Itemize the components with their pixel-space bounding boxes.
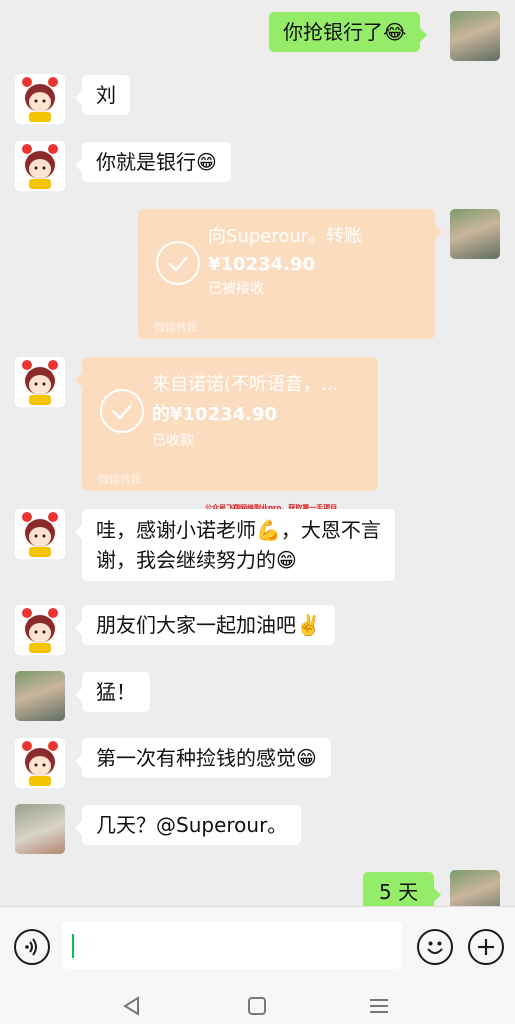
system-navigation-bar: [0, 986, 515, 1024]
cartoon-girl-icon: [22, 741, 58, 786]
message-bubble-incoming[interactable]: 朋友们大家一起加油吧✌️: [75, 605, 335, 645]
check-circle-icon: [156, 241, 200, 285]
transfer-card-incoming[interactable]: 来自诺诺(不听语音，... 的¥10234.90 已收款 微信转账: [75, 357, 378, 491]
grinning-emoji-icon: 😁: [196, 150, 217, 174]
plus-icon: [478, 939, 494, 955]
cartoon-girl-icon: [22, 608, 58, 653]
message-bubble-incoming[interactable]: 刘: [75, 75, 130, 115]
message-bubble-incoming[interactable]: 第一次有种捡钱的感觉😁: [75, 738, 331, 778]
back-icon[interactable]: [120, 994, 144, 1018]
muscle-emoji-icon: 💪: [256, 518, 281, 542]
message-text: 几天？@Superour。: [96, 813, 288, 837]
transfer-footer: 微信转账: [154, 321, 198, 334]
message-text: 刘: [96, 83, 116, 107]
message-bubble-incoming[interactable]: 猛！: [75, 672, 150, 712]
emoji-icon: [427, 941, 443, 954]
contact-avatar[interactable]: [15, 509, 65, 559]
message-text: 你抢银行了: [283, 20, 383, 44]
message-text: 朋友们大家一起加油吧: [96, 613, 296, 637]
menu-icon[interactable]: [367, 994, 391, 1018]
cartoon-girl-icon: [22, 144, 58, 189]
contact-avatar[interactable]: [15, 738, 65, 788]
message-bubble-outgoing[interactable]: 你抢银行了😂: [269, 12, 428, 52]
contact-avatar[interactable]: [15, 804, 65, 854]
emoji-button[interactable]: [417, 929, 453, 965]
cartoon-girl-icon: [22, 360, 58, 405]
transfer-status: 已被接收: [208, 281, 264, 297]
contact-avatar[interactable]: [15, 141, 65, 191]
transfer-amount: ¥10234.90: [208, 254, 316, 275]
message-bubble-incoming[interactable]: 几天？@Superour。: [74, 805, 302, 845]
contact-avatar[interactable]: [15, 671, 65, 721]
text-caret: [72, 934, 74, 958]
check-circle-icon: [100, 389, 144, 433]
message-line: 哇，感谢小诺老师💪，大恩不言: [96, 518, 381, 542]
message-bubble-outgoing[interactable]: 5 天: [363, 872, 442, 906]
cartoon-girl-icon: [22, 77, 58, 122]
voice-icon: [25, 938, 37, 956]
transfer-card-outgoing[interactable]: 向Superour。转账 ¥10234.90 已被接收 微信转账: [138, 209, 442, 339]
laughing-emoji-icon: 😂: [383, 20, 407, 44]
contact-avatar[interactable]: [15, 605, 65, 655]
voice-button[interactable]: [14, 929, 50, 965]
cartoon-girl-icon: [22, 512, 58, 557]
transfer-status: 已收款: [152, 433, 194, 449]
home-icon[interactable]: [245, 994, 269, 1018]
grinning-emoji-icon: 😁: [276, 548, 297, 572]
input-bar: [0, 906, 515, 987]
transfer-title: 向Superour。转账: [208, 226, 363, 247]
message-text: 猛！: [96, 680, 136, 704]
message-text: 第一次有种捡钱的感觉: [96, 746, 296, 770]
message-bubble-incoming[interactable]: 哇，感谢小诺老师💪，大恩不言 谢，我会继续努力的😁: [75, 509, 395, 581]
chat-area[interactable]: 你抢银行了😂 刘 你就是银行😁 向Superour。转账 ¥10234.90 已…: [0, 0, 515, 906]
victory-hand-emoji-icon: ✌️: [296, 613, 321, 637]
contact-avatar[interactable]: [15, 357, 65, 407]
message-line: 谢，我会继续努力的😁: [96, 548, 297, 572]
contact-avatar[interactable]: [15, 74, 65, 124]
message-input[interactable]: [62, 921, 402, 969]
message-bubble-incoming[interactable]: 你就是银行😁: [75, 142, 231, 182]
message-text: 5 天: [379, 880, 419, 904]
transfer-footer: 微信转账: [98, 473, 142, 486]
message-text: 你就是银行: [96, 150, 196, 174]
grinning-emoji-icon: 😁: [296, 746, 317, 770]
my-avatar[interactable]: [450, 209, 500, 259]
add-button[interactable]: [468, 929, 504, 965]
my-avatar[interactable]: [450, 11, 500, 61]
transfer-title: 来自诺诺(不听语音，...: [152, 374, 339, 395]
my-avatar[interactable]: [450, 870, 500, 906]
transfer-amount: 的¥10234.90: [152, 404, 278, 425]
